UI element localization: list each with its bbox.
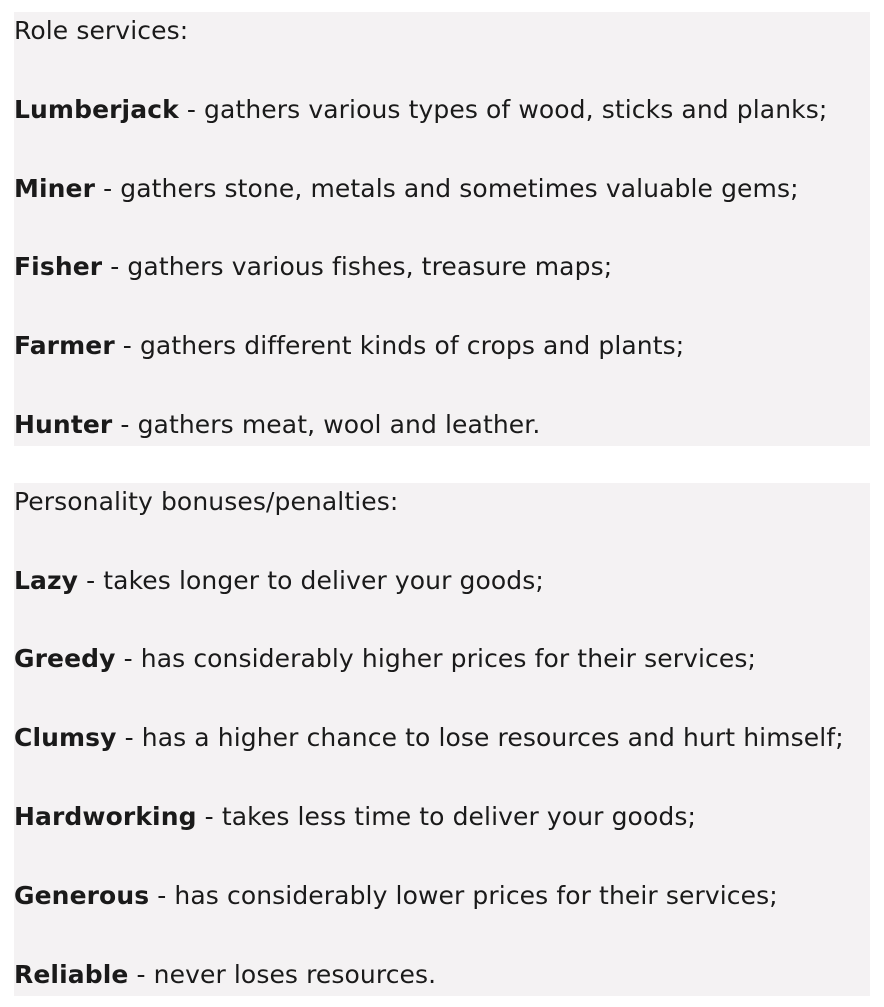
role-item-farmer: Farmer - gathers different kinds of crop… — [14, 331, 684, 361]
personality-description: - has a higher chance to lose resources … — [116, 723, 844, 752]
role-item-lumberjack: Lumberjack - gathers various types of wo… — [14, 95, 827, 125]
personality-term: Greedy — [14, 644, 116, 673]
personality-term: Generous — [14, 881, 150, 910]
personality-description: - never loses resources. — [128, 960, 437, 989]
role-description: - gathers different kinds of crops and p… — [114, 331, 685, 360]
role-description: - gathers various fishes, treasure maps; — [102, 252, 613, 281]
role-term: Hunter — [14, 410, 113, 439]
personality-item-greedy: Greedy - has considerably higher prices … — [14, 644, 756, 674]
role-description: - gathers stone, metals and sometimes va… — [95, 174, 799, 203]
personality-item-reliable: Reliable - never loses resources. — [14, 960, 436, 990]
personality-item-hardworking: Hardworking - takes less time to deliver… — [14, 802, 696, 832]
role-services-heading: Role services: — [14, 16, 189, 45]
personality-term: Reliable — [14, 960, 129, 989]
role-description: - gathers various types of wood, sticks … — [178, 95, 828, 124]
personality-heading: Personality bonuses/penalties: — [14, 487, 399, 516]
personality-block: Personality bonuses/penalties: Lazy - ta… — [14, 483, 870, 996]
role-term: Fisher — [14, 252, 103, 281]
personality-item-clumsy: Clumsy - has a higher chance to lose res… — [14, 723, 844, 753]
personality-term: Lazy — [14, 566, 79, 595]
role-term: Miner — [14, 174, 96, 203]
role-term: Farmer — [14, 331, 115, 360]
role-services-block: Role services: Lumberjack - gathers vari… — [14, 12, 870, 446]
personality-description: - has considerably lower prices for thei… — [149, 881, 778, 910]
role-term: Lumberjack — [14, 95, 179, 124]
personality-description: - takes longer to deliver your goods; — [78, 566, 544, 595]
role-item-fisher: Fisher - gathers various fishes, treasur… — [14, 252, 612, 282]
personality-term: Hardworking — [14, 802, 197, 831]
role-item-miner: Miner - gathers stone, metals and someti… — [14, 174, 799, 204]
personality-term: Clumsy — [14, 723, 117, 752]
personality-item-generous: Generous - has considerably lower prices… — [14, 881, 778, 911]
personality-item-lazy: Lazy - takes longer to deliver your good… — [14, 566, 544, 596]
role-item-hunter: Hunter - gathers meat, wool and leather. — [14, 410, 540, 440]
role-description: - gathers meat, wool and leather. — [112, 410, 541, 439]
personality-description: - takes less time to deliver your goods; — [196, 802, 696, 831]
personality-description: - has considerably higher prices for the… — [115, 644, 756, 673]
